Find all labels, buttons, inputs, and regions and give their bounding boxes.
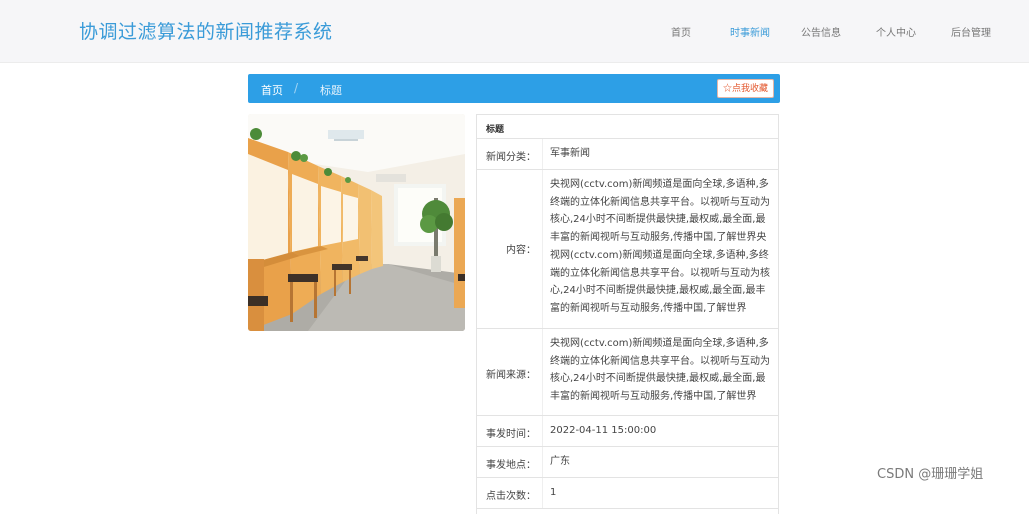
favorite-button[interactable]: ☆点我收藏 — [716, 79, 774, 98]
nav-personal-center[interactable]: 个人中心 — [876, 24, 916, 39]
news-image — [248, 114, 465, 331]
news-detail-table: 标题 新闻分类： 军事新闻 内容： 央视网(cctv.com)新闻频道是面向全球… — [476, 114, 779, 514]
category-label: 新闻分类： — [486, 152, 536, 163]
place-row: 事发地点： 广东 — [477, 447, 778, 478]
study-room-photo — [248, 114, 465, 331]
breadcrumb: 首页 / 标题 ☆点我收藏 — [248, 74, 780, 103]
source-value: 央视网(cctv.com)新闻频道是面向全球,多语种,多终端的立体化新闻信息共享… — [550, 338, 770, 403]
nav-admin[interactable]: 后台管理 — [951, 24, 991, 39]
time-label: 事发时间： — [486, 429, 536, 440]
detail-header-label: 标题 — [486, 125, 505, 135]
nav-home[interactable]: 首页 — [671, 24, 691, 39]
place-label: 事发地点： — [486, 460, 536, 471]
nav-current-news[interactable]: 时事新闻 — [730, 24, 770, 39]
site-title[interactable]: 协调过滤算法的新闻推荐系统 — [79, 17, 333, 44]
content-label: 内容： — [506, 245, 536, 256]
breadcrumb-separator: / — [294, 81, 299, 95]
category-row: 新闻分类： 军事新闻 — [477, 139, 778, 170]
place-value: 广东 — [550, 456, 570, 467]
source-label: 新闻来源： — [486, 370, 536, 381]
source-row: 新闻来源： 央视网(cctv.com)新闻频道是面向全球,多语种,多终端的立体化… — [477, 329, 778, 416]
detail-header-row: 标题 — [477, 115, 778, 139]
csdn-watermark: CSDN @珊珊学姐 — [877, 467, 984, 482]
time-value: 2022-04-11 15:00:00 — [550, 425, 657, 436]
content-row: 内容： 央视网(cctv.com)新闻频道是面向全球,多语种,多终端的立体化新闻… — [477, 170, 778, 329]
breadcrumb-home[interactable]: 首页 — [261, 82, 283, 98]
content-value: 央视网(cctv.com)新闻频道是面向全球,多语种,多终端的立体化新闻信息共享… — [550, 179, 770, 314]
top-header: 协调过滤算法的新闻推荐系统 首页 时事新闻 公告信息 个人中心 后台管理 — [0, 0, 1029, 63]
clicks-row: 点击次数： 1 — [477, 478, 778, 509]
breadcrumb-current: 标题 — [320, 84, 342, 97]
nav-announcements[interactable]: 公告信息 — [801, 24, 841, 39]
clicks-label: 点击次数： — [486, 491, 536, 502]
category-value: 军事新闻 — [550, 148, 590, 159]
time-row: 事发时间： 2022-04-11 15:00:00 — [477, 416, 778, 447]
